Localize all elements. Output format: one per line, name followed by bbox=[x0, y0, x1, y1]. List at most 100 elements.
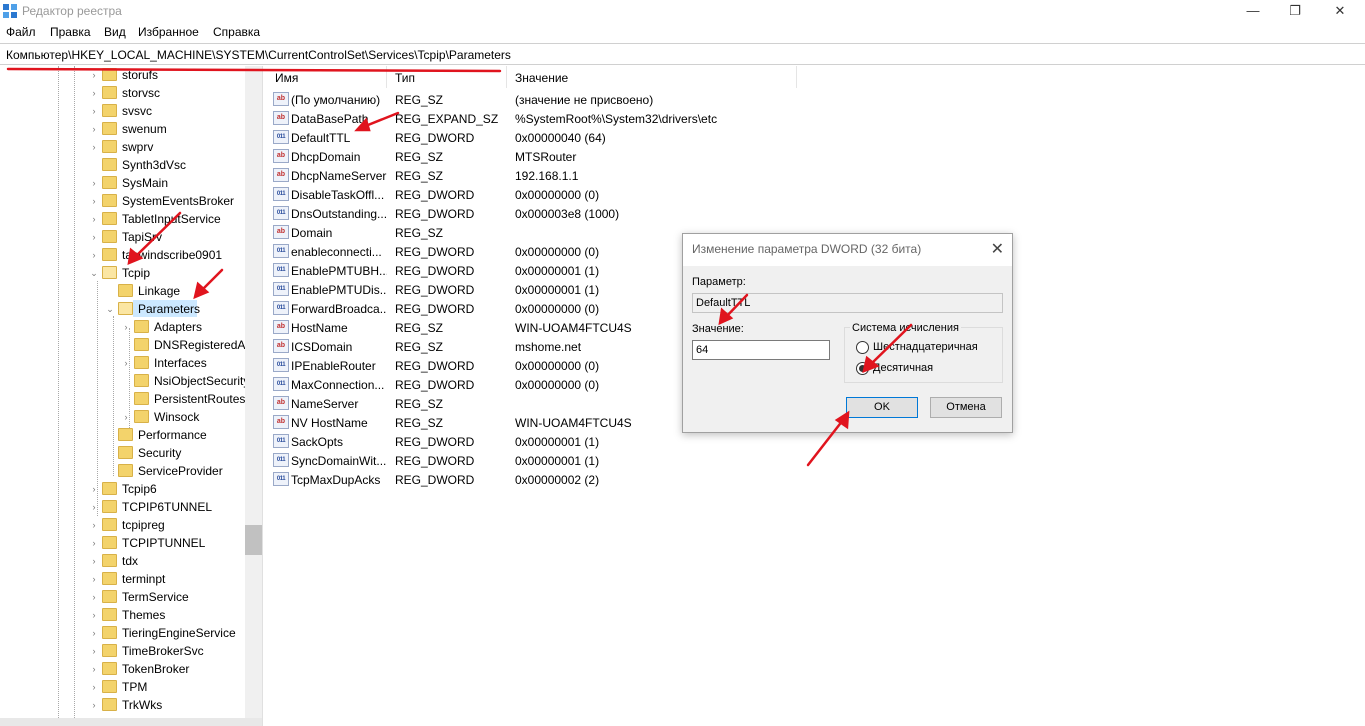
tree-expander-icon[interactable]: › bbox=[89, 681, 99, 693]
tree-expander-icon[interactable]: › bbox=[89, 231, 99, 243]
column-header-name[interactable]: Имя bbox=[267, 66, 387, 88]
tree-item[interactable]: NsiObjectSecurity bbox=[0, 372, 262, 390]
tree-item-label[interactable]: Parameters bbox=[138, 302, 200, 316]
tree-item[interactable]: › Winsock bbox=[0, 408, 262, 426]
tree-item[interactable]: › storvsc bbox=[0, 84, 262, 102]
menu-edit[interactable]: Правка bbox=[50, 25, 91, 39]
tree-expander-icon[interactable]: › bbox=[89, 663, 99, 675]
radio-hex-label[interactable]: Шестнадцатеричная bbox=[873, 341, 978, 353]
tree-item[interactable]: › Adapters bbox=[0, 318, 262, 336]
radio-dec[interactable] bbox=[856, 362, 869, 375]
tree-expander-icon[interactable]: › bbox=[89, 573, 99, 585]
tree-item-label[interactable]: swprv bbox=[122, 140, 153, 154]
cancel-button[interactable]: Отмена bbox=[930, 397, 1002, 418]
tree-item-label[interactable]: Tcpip6 bbox=[122, 482, 157, 496]
tree-item[interactable]: Performance bbox=[0, 426, 262, 444]
tree-item-label[interactable]: TCPIPTUNNEL bbox=[122, 536, 205, 550]
tree-item[interactable]: › svsvc bbox=[0, 102, 262, 120]
tree-expander-icon[interactable]: › bbox=[89, 213, 99, 225]
menu-view[interactable]: Вид bbox=[104, 25, 126, 39]
tree-item-label[interactable]: Synth3dVsc bbox=[122, 158, 186, 172]
tree-item[interactable]: Security bbox=[0, 444, 262, 462]
tree-item[interactable]: › swenum bbox=[0, 120, 262, 138]
tree-item[interactable]: › TCPIPTUNNEL bbox=[0, 534, 262, 552]
tree-item-label[interactable]: TrkWks bbox=[122, 698, 162, 712]
tree-item-label[interactable]: SystemEventsBroker bbox=[122, 194, 234, 208]
tree-item-label[interactable]: Security bbox=[138, 446, 181, 460]
value-row[interactable]: ab DhcpNameServer REG_SZ 192.168.1.1 bbox=[267, 166, 867, 185]
tree-item-label[interactable]: TermService bbox=[122, 590, 189, 604]
tree-item-label[interactable]: Winsock bbox=[154, 410, 199, 424]
tree-scrollbar[interactable] bbox=[245, 66, 262, 726]
tree-item-label[interactable]: TapiSrv bbox=[122, 230, 162, 244]
column-header-type[interactable]: Тип bbox=[387, 66, 507, 88]
tree-item-label[interactable]: TCPIP6TUNNEL bbox=[122, 500, 212, 514]
tree-item-label[interactable]: Performance bbox=[138, 428, 207, 442]
address-path[interactable]: Компьютер\HKEY_LOCAL_MACHINE\SYSTEM\Curr… bbox=[6, 48, 511, 62]
menu-favorites[interactable]: Избранное bbox=[138, 25, 199, 39]
tree-item[interactable]: › Tcpip6 bbox=[0, 480, 262, 498]
radio-dec-label[interactable]: Десятичная bbox=[873, 362, 933, 374]
tree-expander-icon[interactable]: › bbox=[89, 195, 99, 207]
tree-item-label[interactable]: storufs bbox=[122, 68, 158, 82]
tree-item[interactable]: › Interfaces bbox=[0, 354, 262, 372]
tree-expander-icon[interactable]: › bbox=[89, 519, 99, 531]
tree-item[interactable]: › TrkWks bbox=[0, 696, 262, 714]
tree-expander-icon[interactable]: › bbox=[89, 627, 99, 639]
tree-item[interactable]: ⌄ Tcpip bbox=[0, 264, 262, 282]
value-row[interactable]: 011 DisableTaskOffl... REG_DWORD 0x00000000… bbox=[267, 185, 867, 204]
tree-item-label[interactable]: Adapters bbox=[154, 320, 202, 334]
tree-expander-icon[interactable]: › bbox=[89, 177, 99, 189]
tree-item[interactable]: Synth3dVsc bbox=[0, 156, 262, 174]
tree-item-label[interactable]: TieringEngineService bbox=[122, 626, 236, 640]
tree-expander-icon[interactable]: › bbox=[89, 591, 99, 603]
ok-button[interactable]: OK bbox=[846, 397, 918, 418]
tree-item-label[interactable]: swenum bbox=[122, 122, 167, 136]
value-data-input[interactable]: 64 bbox=[692, 340, 830, 360]
tree-item[interactable]: › tcpipreg bbox=[0, 516, 262, 534]
tree-item-label[interactable]: svsvc bbox=[122, 104, 152, 118]
value-row[interactable]: 011 SackOpts REG_DWORD 0x00000001 (1) bbox=[267, 432, 867, 451]
tree-item[interactable]: › TPM bbox=[0, 678, 262, 696]
tree-item[interactable]: › TCPIP6TUNNEL bbox=[0, 498, 262, 516]
tree-horizontal-scrollbar[interactable] bbox=[0, 718, 262, 726]
value-row[interactable]: ab DataBasePath REG_EXPAND_SZ %SystemRoot%\… bbox=[267, 109, 867, 128]
tree-item[interactable]: ⌄ Parameters bbox=[0, 300, 262, 318]
tree-item-label[interactable]: NsiObjectSecurity bbox=[154, 374, 249, 388]
value-row[interactable]: 011 DnsOutstanding... REG_DWORD 0x000003e8 … bbox=[267, 204, 867, 223]
tree-expander-icon[interactable]: › bbox=[89, 645, 99, 657]
value-row[interactable]: ab (По умолчанию) REG_SZ (значение не присв… bbox=[267, 90, 867, 109]
tree-item-label[interactable]: PersistentRoutes bbox=[154, 392, 245, 406]
tree-item-label[interactable]: TokenBroker bbox=[122, 662, 189, 676]
tree-item-label[interactable]: Linkage bbox=[138, 284, 180, 298]
tree-expander-icon[interactable]: › bbox=[89, 105, 99, 117]
tree-item-label[interactable]: SysMain bbox=[122, 176, 168, 190]
tree-expander-icon[interactable]: ⌄ bbox=[89, 267, 99, 279]
tree-item[interactable]: › storufs bbox=[0, 66, 262, 84]
tree-item[interactable]: ServiceProvider bbox=[0, 462, 262, 480]
column-header-value[interactable]: Значение bbox=[507, 66, 797, 88]
tree-expander-icon[interactable]: › bbox=[89, 69, 99, 81]
tree-item[interactable]: › tapwindscribe0901 bbox=[0, 246, 262, 264]
minimize-button[interactable]: — bbox=[1230, 0, 1276, 22]
tree-item-label[interactable]: tdx bbox=[122, 554, 138, 568]
tree-item-label[interactable]: Interfaces bbox=[154, 356, 207, 370]
tree-item[interactable]: › SysMain bbox=[0, 174, 262, 192]
value-row[interactable]: ab DhcpDomain REG_SZ MTSRouter bbox=[267, 147, 867, 166]
tree-expander-icon[interactable]: › bbox=[89, 537, 99, 549]
tree-item[interactable]: › TabletInputService bbox=[0, 210, 262, 228]
value-row[interactable]: 011 DefaultTTL REG_DWORD 0x00000040 (64) bbox=[267, 128, 867, 147]
tree-expander-icon[interactable]: › bbox=[89, 141, 99, 153]
value-row[interactable]: 011 TcpMaxDupAcks REG_DWORD 0x00000002 (2) bbox=[267, 470, 867, 489]
tree-item[interactable]: › terminpt bbox=[0, 570, 262, 588]
tree-expander-icon[interactable]: › bbox=[89, 699, 99, 711]
maximize-button[interactable]: ❐ bbox=[1272, 0, 1318, 22]
tree-item-label[interactable]: ServiceProvider bbox=[138, 464, 223, 478]
tree-item[interactable]: › TimeBrokerSvc bbox=[0, 642, 262, 660]
tree-item-label[interactable]: TabletInputService bbox=[122, 212, 221, 226]
tree-item[interactable]: › tdx bbox=[0, 552, 262, 570]
tree-item[interactable]: DNSRegisteredAdapters bbox=[0, 336, 262, 354]
tree-item-label[interactable]: Themes bbox=[122, 608, 165, 622]
tree-item[interactable]: › swprv bbox=[0, 138, 262, 156]
tree-item[interactable]: › TapiSrv bbox=[0, 228, 262, 246]
